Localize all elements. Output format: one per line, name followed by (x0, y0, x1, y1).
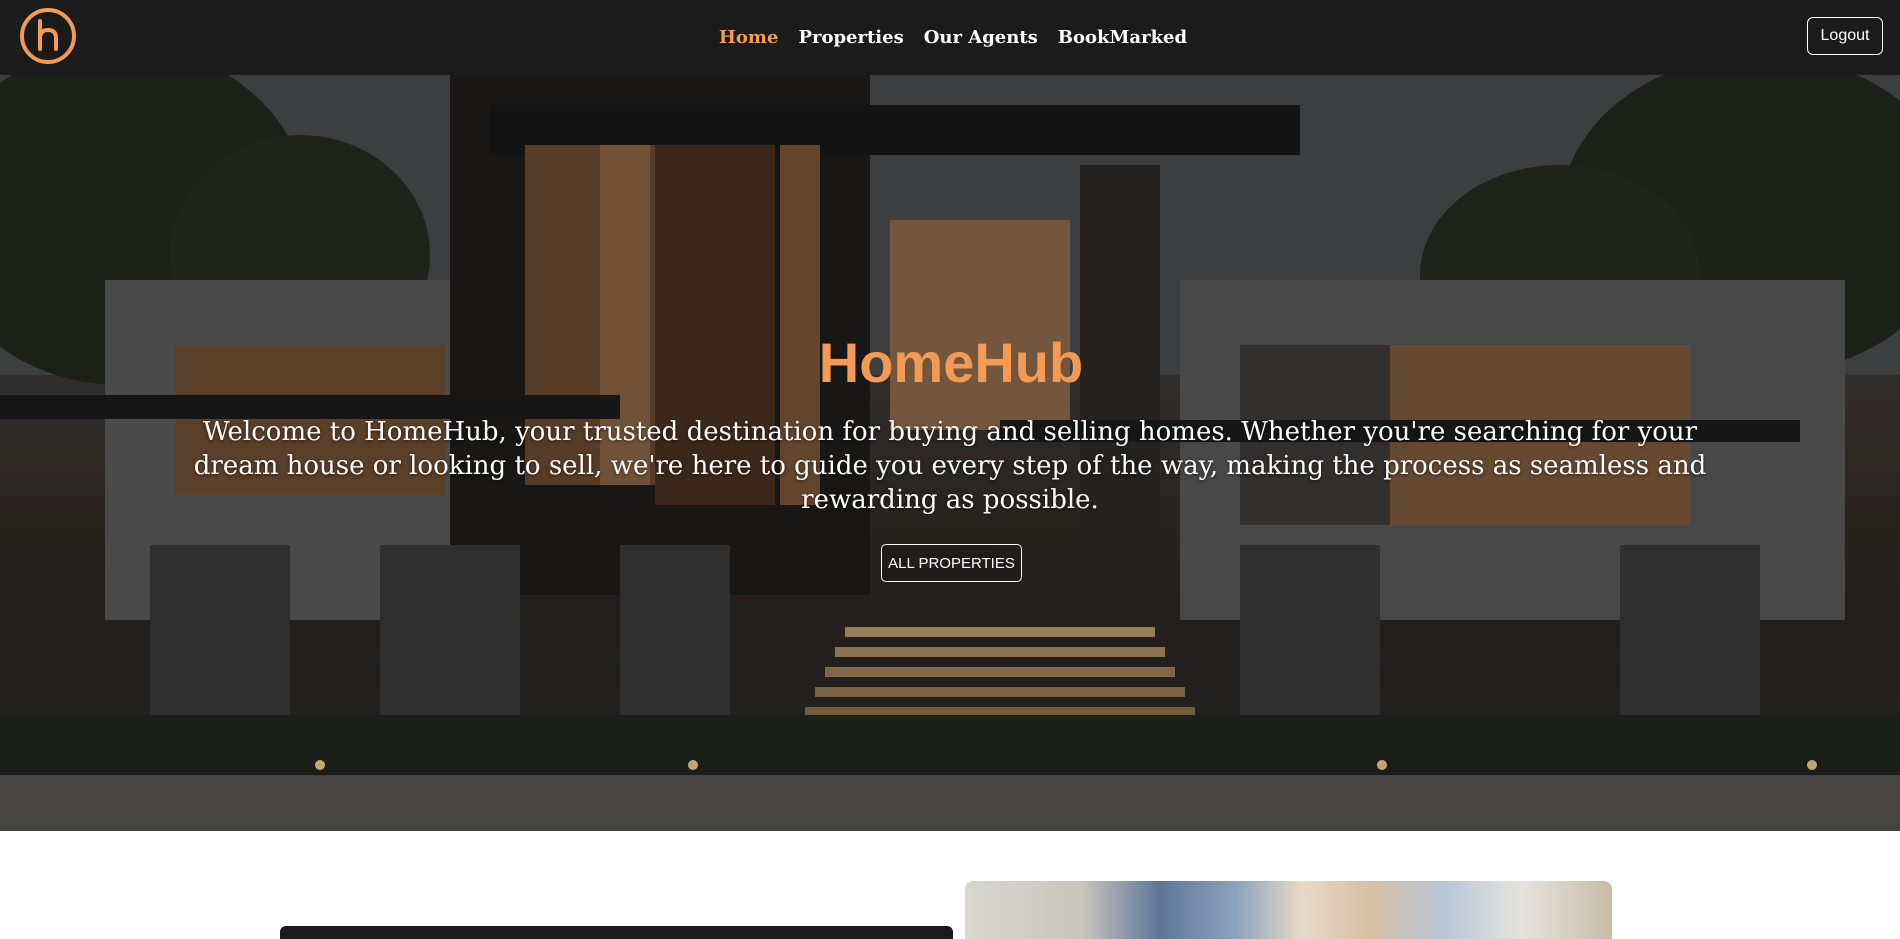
hero-description: Welcome to HomeHub, your trusted destina… (193, 417, 1707, 515)
hero-title: HomeHub (818, 331, 1084, 394)
navbar: Home Properties Our Agents BookMarked Lo… (0, 0, 1900, 75)
nav-bookmarked-link[interactable]: BookMarked (1058, 27, 1187, 48)
nav-properties-link[interactable]: Properties (798, 27, 903, 48)
hero-banner: HomeHub Welcome to HomeHub, your trusted… (0, 75, 1900, 831)
nav-home-link[interactable]: Home (719, 27, 779, 48)
nav-agents-link[interactable]: Our Agents (924, 27, 1038, 48)
main-nav: Home Properties Our Agents BookMarked (0, 0, 1900, 75)
couple-photo-image (965, 881, 1612, 939)
all-properties-button[interactable]: ALL PROPERTIES (881, 544, 1022, 582)
info-card (280, 926, 953, 939)
logout-button[interactable]: Logout (1807, 17, 1883, 55)
